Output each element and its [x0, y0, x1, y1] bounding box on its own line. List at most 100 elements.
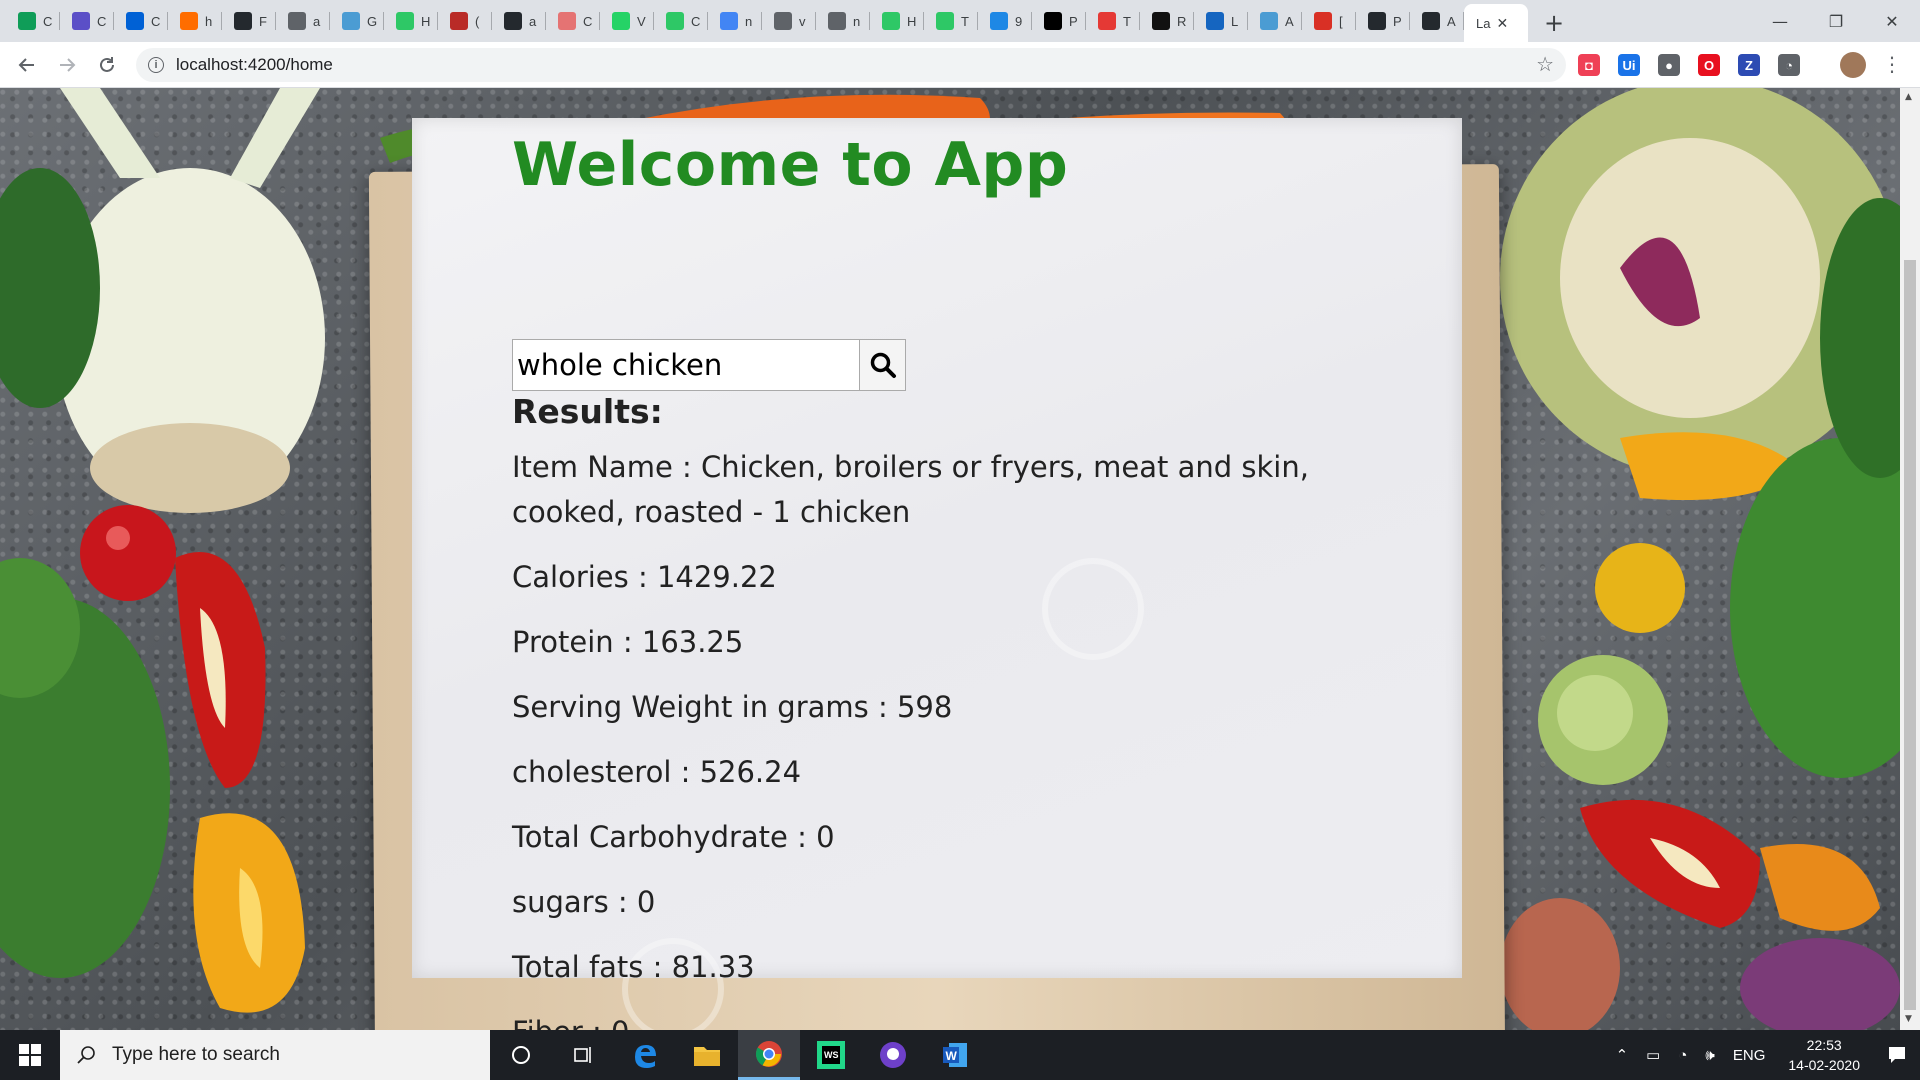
- language-indicator[interactable]: ENG: [1733, 1047, 1766, 1064]
- edge-icon: [635, 1045, 656, 1068]
- tab-title: F: [259, 13, 267, 29]
- taskbar-search[interactable]: Type here to search: [60, 1030, 490, 1080]
- github-desktop-button[interactable]: [862, 1030, 924, 1080]
- unc-icon: [342, 12, 360, 30]
- svg-text:W: W: [946, 1049, 958, 1063]
- word-button[interactable]: W: [924, 1030, 986, 1080]
- battery-icon[interactable]: ▭: [1646, 1046, 1660, 1064]
- browser-tab[interactable]: P: [1356, 0, 1410, 42]
- browser-tab[interactable]: h: [168, 0, 222, 42]
- cortana-icon: [512, 1046, 530, 1064]
- browser-tab[interactable]: H: [384, 0, 438, 42]
- browser-tab[interactable]: T: [924, 0, 978, 42]
- browser-tab[interactable]: C: [6, 0, 60, 42]
- browser-tab[interactable]: C: [60, 0, 114, 42]
- history-ext-icon[interactable]: ◔: [1778, 54, 1800, 76]
- browser-tab[interactable]: n: [816, 0, 870, 42]
- opera-icon[interactable]: O: [1698, 54, 1720, 76]
- tab-title: C: [151, 13, 161, 29]
- close-window-button[interactable]: ✕: [1864, 0, 1920, 42]
- window-controls: — ❐ ✕: [1752, 0, 1920, 42]
- webstorm-button[interactable]: WS: [800, 1030, 862, 1080]
- scroll-down-arrow-icon[interactable]: ▼: [1905, 1014, 1912, 1024]
- github-icon: [504, 12, 522, 30]
- tab-title: n: [745, 13, 753, 29]
- browser-tab[interactable]: C: [114, 0, 168, 42]
- search-button[interactable]: [860, 339, 906, 391]
- wifi-icon[interactable]: ◔: [1678, 1047, 1687, 1064]
- volume-icon[interactable]: 🕪: [1705, 1047, 1714, 1064]
- clock[interactable]: 22:53 14-02-2020: [1788, 1035, 1860, 1075]
- browser-tab[interactable]: T: [1086, 0, 1140, 42]
- forward-arrow-icon: [60, 58, 76, 72]
- globe-icon: [828, 12, 846, 30]
- back-button[interactable]: [12, 50, 42, 80]
- scrollbar-thumb[interactable]: [1904, 260, 1916, 1010]
- browser-tab[interactable]: F: [222, 0, 276, 42]
- page-scrollbar[interactable]: ▲ ▼: [1900, 88, 1920, 1030]
- browser-tab[interactable]: R: [1140, 0, 1194, 42]
- cortana-button[interactable]: [490, 1030, 552, 1080]
- browser-tab[interactable]: a: [492, 0, 546, 42]
- new-tab-button[interactable]: +: [1536, 5, 1572, 41]
- url-text[interactable]: localhost:4200/home: [176, 55, 333, 75]
- hackerrank-icon: [666, 12, 684, 30]
- browser-tab[interactable]: n: [708, 0, 762, 42]
- browser-tab[interactable]: C: [546, 0, 600, 42]
- browser-tab[interactable]: H: [870, 0, 924, 42]
- active-browser-tab[interactable]: La ✕: [1464, 4, 1528, 42]
- reload-button[interactable]: [92, 50, 122, 80]
- address-bar[interactable]: i localhost:4200/home ☆: [136, 48, 1566, 82]
- browser-tab[interactable]: 9: [978, 0, 1032, 42]
- scroll-up-arrow-icon[interactable]: ▲: [1905, 92, 1912, 102]
- browser-tab[interactable]: v: [762, 0, 816, 42]
- edge-button[interactable]: [614, 1030, 676, 1080]
- browser-tab[interactable]: [: [1302, 0, 1356, 42]
- search-bar: [512, 339, 906, 391]
- browser-tab[interactable]: C: [654, 0, 708, 42]
- browser-tab[interactable]: L: [1194, 0, 1248, 42]
- task-view-icon: [574, 1047, 591, 1063]
- close-tab-icon[interactable]: ✕: [1496, 15, 1508, 32]
- search-input[interactable]: [512, 339, 860, 391]
- circle-ext-icon[interactable]: ●: [1658, 54, 1680, 76]
- profile-avatar[interactable]: [1840, 52, 1866, 78]
- chevrons-icon: [1206, 12, 1224, 30]
- chrome-button[interactable]: [738, 1030, 800, 1080]
- back-arrow-icon: [18, 58, 34, 72]
- browser-tab[interactable]: A: [1248, 0, 1302, 42]
- pocket-icon[interactable]: ◘: [1578, 54, 1600, 76]
- minimize-button[interactable]: —: [1752, 0, 1808, 42]
- tab-title: C: [43, 13, 53, 29]
- zotero-icon[interactable]: Z: [1738, 54, 1760, 76]
- start-button[interactable]: [0, 1030, 60, 1080]
- search-icon: [77, 1046, 95, 1064]
- browser-tab[interactable]: A: [1410, 0, 1464, 42]
- browser-tab[interactable]: (: [438, 0, 492, 42]
- browser-tab[interactable]: V: [600, 0, 654, 42]
- browser-tab[interactable]: P: [1032, 0, 1086, 42]
- site-info-icon[interactable]: i: [148, 57, 164, 73]
- uipath-icon[interactable]: Ui: [1618, 54, 1640, 76]
- taskbar-search-placeholder[interactable]: Type here to search: [112, 1044, 280, 1066]
- tab-title: H: [421, 13, 431, 29]
- browser-tab[interactable]: G: [330, 0, 384, 42]
- maximize-button[interactable]: ❐: [1808, 0, 1864, 42]
- bookmark-star-icon[interactable]: ☆: [1536, 52, 1554, 77]
- forward-button[interactable]: [52, 50, 82, 80]
- action-center-button[interactable]: [1874, 1030, 1920, 1080]
- tab-title: v: [799, 13, 806, 29]
- browser-tab[interactable]: a: [276, 0, 330, 42]
- file-explorer-button[interactable]: [676, 1030, 738, 1080]
- figure-icon: [558, 12, 576, 30]
- c-icon: [1152, 12, 1170, 30]
- globe-icon: [288, 12, 306, 30]
- tab-title: (: [475, 13, 480, 29]
- dots-icon: [180, 12, 198, 30]
- task-view-button[interactable]: [552, 1030, 614, 1080]
- webstorm-icon: WS: [817, 1041, 845, 1069]
- blue-f-icon: [990, 12, 1008, 30]
- show-hidden-icons-icon[interactable]: ⌃: [1616, 1046, 1629, 1064]
- browser-menu-icon[interactable]: ⋮: [1882, 52, 1902, 76]
- results-list: Item Name : Chicken, broilers or fryers,…: [512, 445, 1392, 1075]
